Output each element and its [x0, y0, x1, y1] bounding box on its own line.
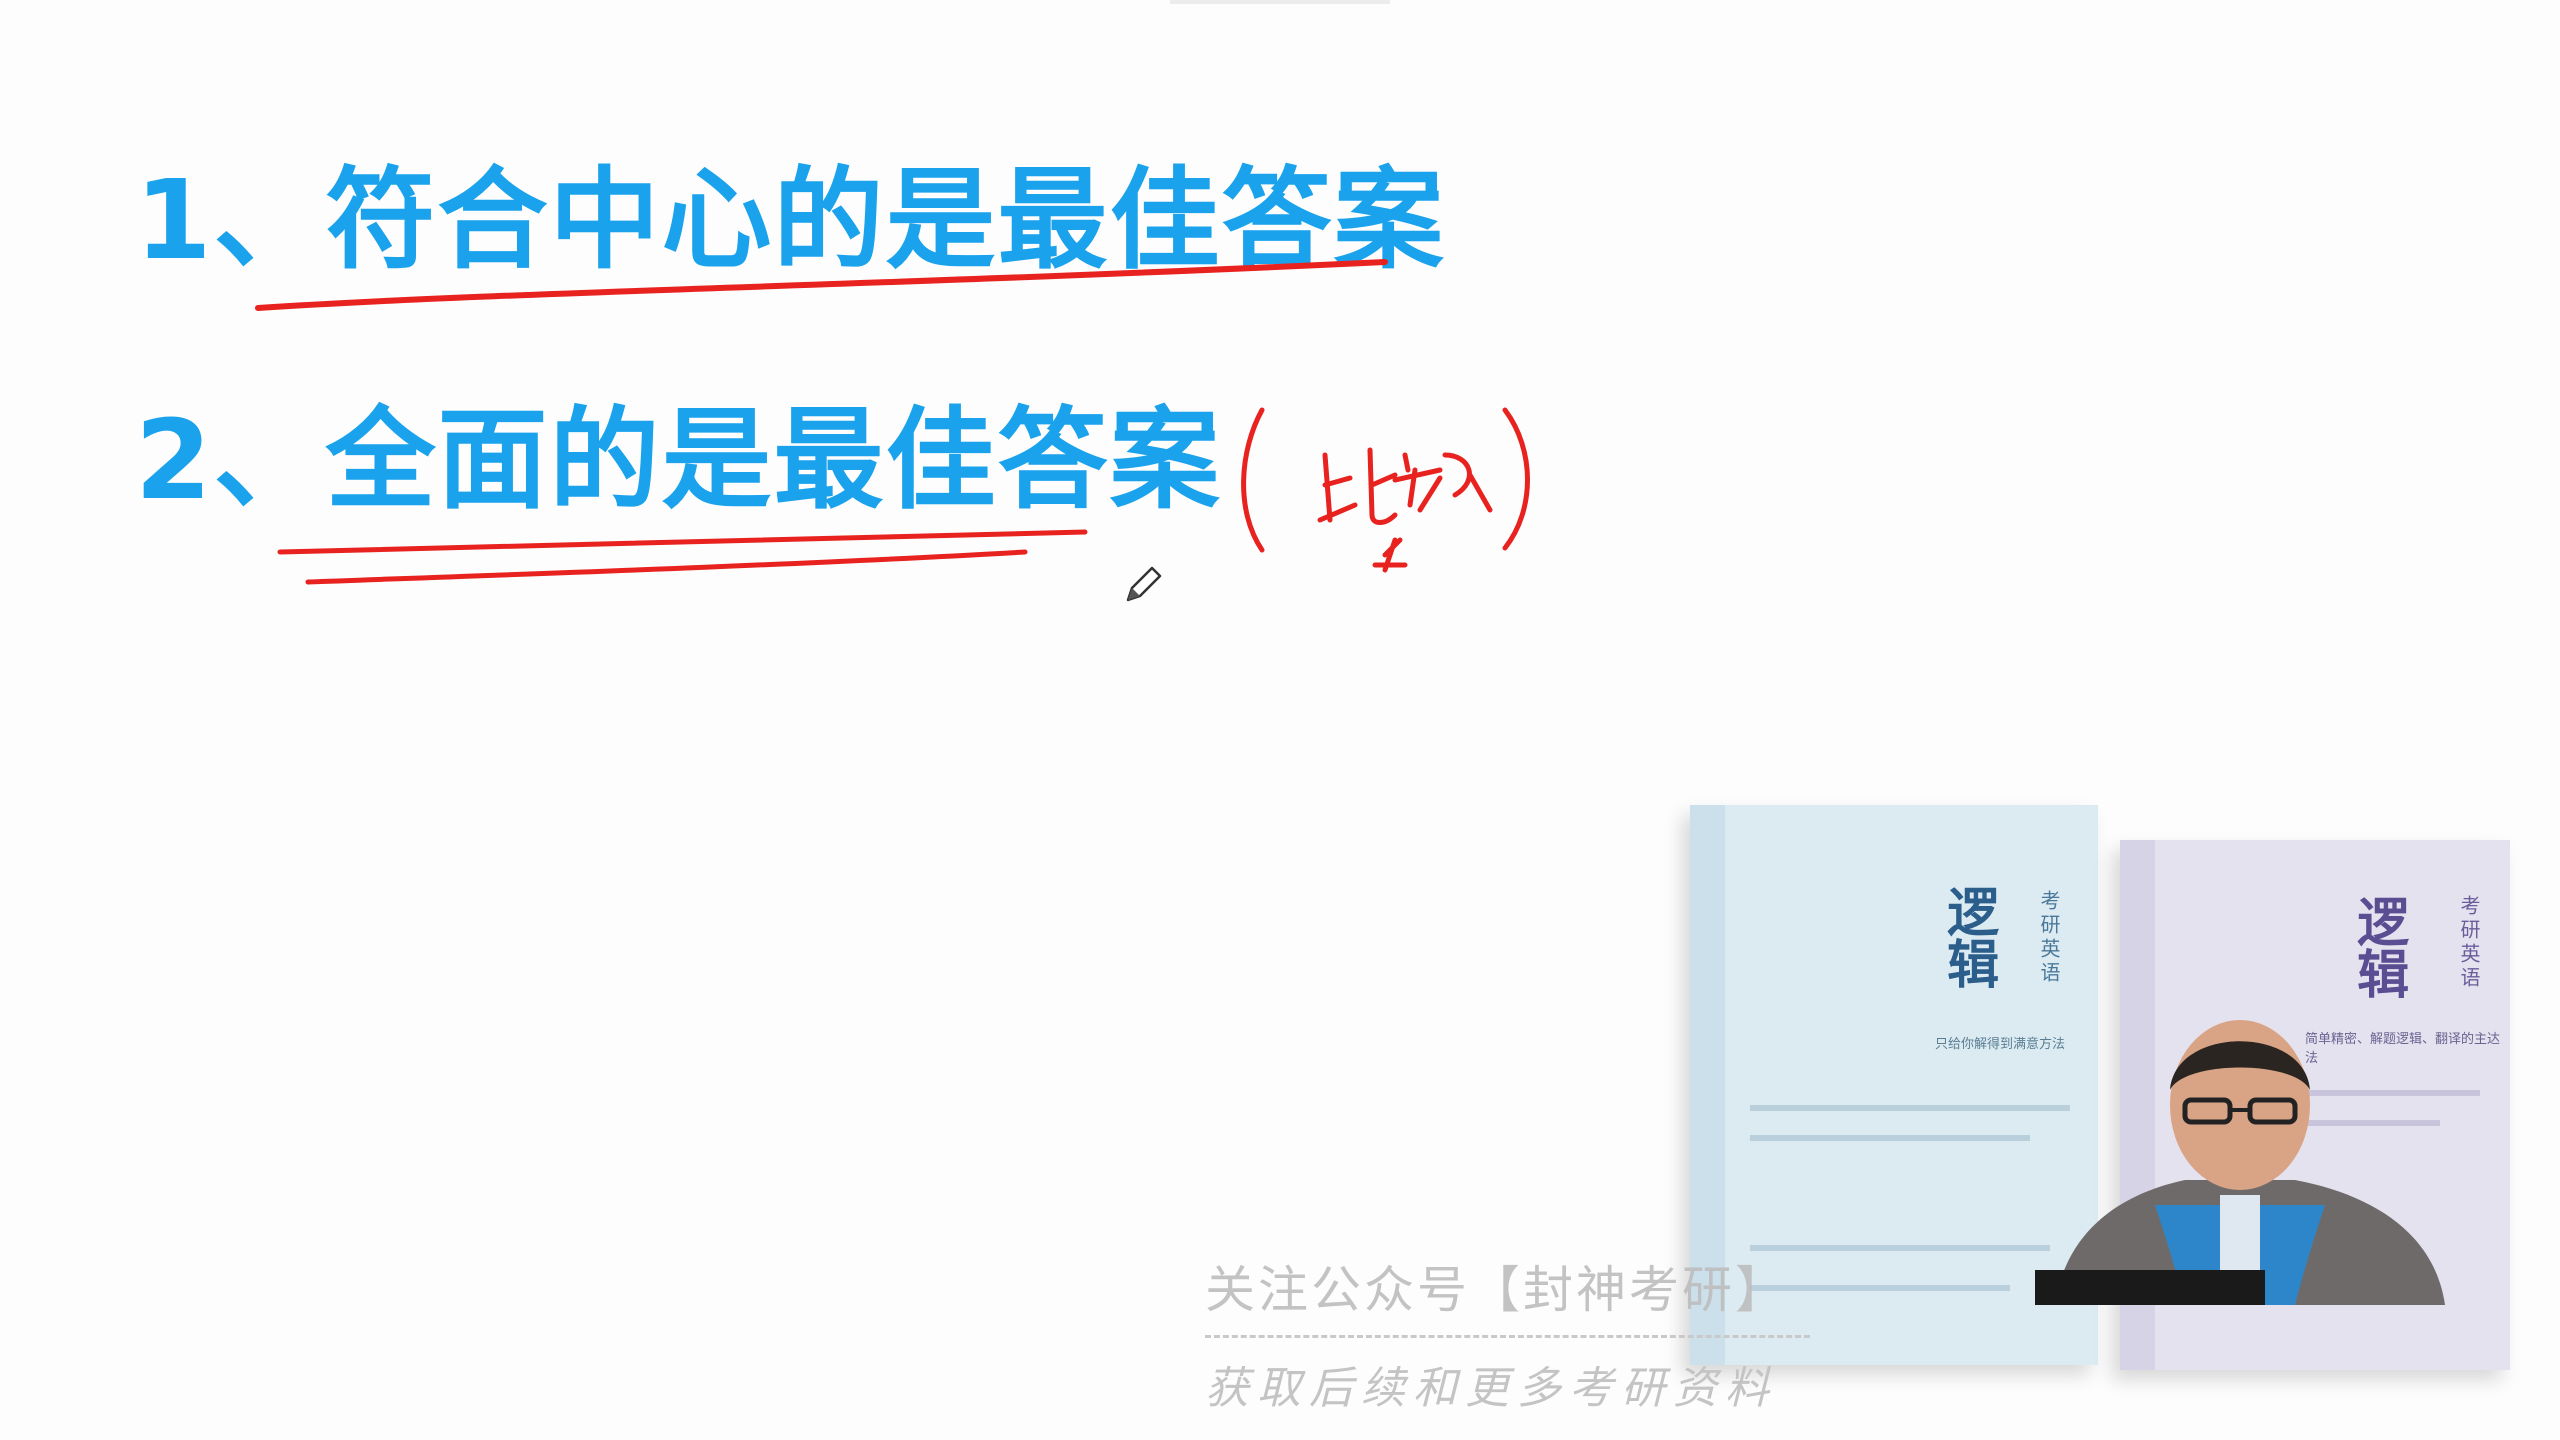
underline-point-2-a	[277, 529, 1088, 555]
point-1: 1、符合中心的是最佳答案	[135, 156, 1446, 284]
book-series: 考研英语	[2457, 895, 2481, 991]
presenter-video	[2035, 1020, 2445, 1305]
book-decoration	[1750, 1105, 2070, 1111]
point-2: 2、全面的是最佳答案	[135, 396, 1222, 524]
handwritten-note	[1241, 407, 1530, 573]
book-series: 考研英语	[2037, 890, 2061, 986]
book-title: 逻辑	[1937, 885, 1999, 989]
top-edge-bar	[1170, 0, 1390, 4]
book-decoration	[1750, 1245, 2050, 1251]
watermark-resources: 获取后续和更多考研资料	[1205, 1363, 1777, 1414]
book-title: 逻辑	[2347, 895, 2409, 999]
slide-canvas: 1、符合中心的是最佳答案 2、全面的是最佳答案 逻辑 考研英语 只给你解得到满意…	[0, 0, 2560, 1440]
pen-cursor-icon	[1126, 566, 1162, 602]
underline-point-2-b	[305, 549, 1028, 585]
book-decoration	[1750, 1135, 2030, 1141]
watermark-follow: 关注公众号【封神考研】	[1205, 1261, 1788, 1319]
book-decoration	[1750, 1285, 2010, 1291]
watermark-divider	[1205, 1335, 1810, 1338]
